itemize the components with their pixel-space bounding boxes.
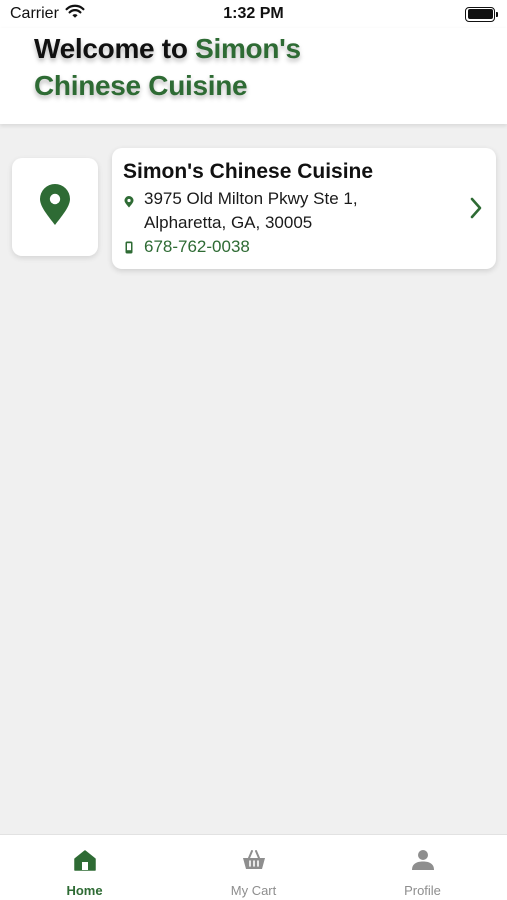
store-name: Simon's Chinese Cuisine — [123, 160, 374, 183]
phone-icon — [123, 241, 135, 254]
tab-home-label: Home — [66, 883, 103, 898]
tab-my-cart-label: My Cart — [230, 883, 277, 898]
welcome-title: Welcome to Simon's Chinese Cuisine — [34, 30, 473, 104]
wifi-icon — [65, 4, 85, 24]
store-address-row: 3975 Old Milton Pkwy Ste 1, Alpharetta, … — [123, 187, 484, 235]
store-map-pin-tile[interactable] — [12, 158, 98, 256]
store-phone-row[interactable]: 678-762-0038 — [123, 235, 484, 259]
battery-level — [467, 9, 493, 19]
welcome-line2: Chinese Cuisine — [34, 70, 248, 101]
tab-bar: Home My Cart Profile — [0, 834, 507, 900]
status-left: Carrier — [10, 4, 85, 24]
basket-icon — [241, 849, 267, 876]
store-phone[interactable]: 678-762-0038 — [144, 235, 250, 259]
status-bar: Carrier 1:32 PM — [0, 0, 507, 28]
store-address: 3975 Old Milton Pkwy Ste 1, Alpharetta, … — [144, 187, 358, 235]
tab-my-cart[interactable]: My Cart — [169, 835, 338, 900]
map-pin-icon — [39, 183, 71, 231]
home-icon — [73, 849, 97, 876]
person-icon — [411, 849, 435, 876]
store-card[interactable]: Simon's Chinese Cuisine 3975 Old Milton … — [112, 148, 496, 269]
chevron-right-icon[interactable] — [466, 194, 486, 222]
tab-profile[interactable]: Profile — [338, 835, 507, 900]
battery-icon — [465, 6, 498, 22]
welcome-prefix: Welcome to — [34, 33, 196, 64]
tab-home[interactable]: Home — [0, 835, 169, 900]
store-address-line1: 3975 Old Milton Pkwy Ste 1, — [144, 189, 358, 208]
location-dot-icon — [123, 196, 135, 208]
carrier-label: Carrier — [10, 5, 59, 22]
store-address-line2: Alpharetta, GA, 30005 — [144, 213, 313, 232]
welcome-accent: Simon's — [195, 33, 301, 64]
tab-profile-label: Profile — [404, 883, 441, 898]
welcome-header: Welcome to Simon's Chinese Cuisine — [0, 28, 507, 124]
